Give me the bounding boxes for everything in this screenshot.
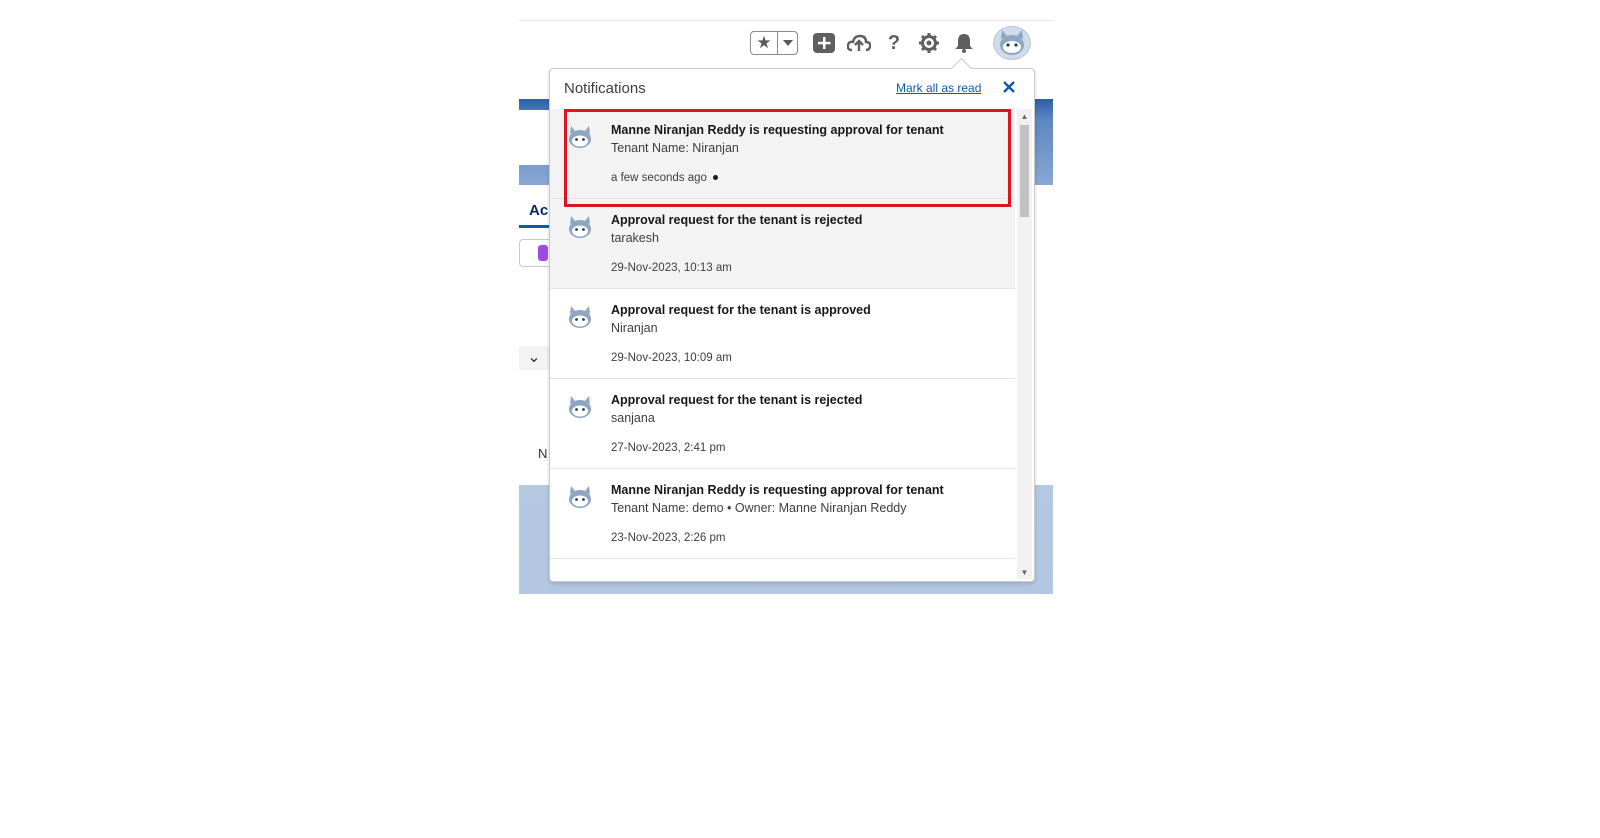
avatar[interactable] bbox=[993, 26, 1031, 60]
gear-icon[interactable] bbox=[917, 32, 941, 54]
notification-subtitle: tarakesh bbox=[611, 231, 659, 245]
notification-item[interactable]: Approval request for the tenant is rejec… bbox=[550, 379, 1015, 469]
row-label: N bbox=[538, 446, 548, 461]
notification-subtitle: sanjana bbox=[611, 411, 655, 425]
notification-item[interactable]: Manne Niranjan Reddy is requesting appro… bbox=[550, 469, 1015, 559]
notification-title: Approval request for the tenant is rejec… bbox=[611, 393, 863, 407]
avatar-icon bbox=[564, 215, 596, 239]
notification-time: a few seconds ago bbox=[611, 172, 718, 184]
notification-item[interactable]: Approval request for the tenant is appro… bbox=[550, 289, 1015, 379]
card-fragment bbox=[519, 110, 549, 165]
notifications-list: Manne Niranjan Reddy is requesting appro… bbox=[550, 109, 1015, 579]
notification-title: Manne Niranjan Reddy is requesting appro… bbox=[611, 483, 944, 497]
notification-timestamp: 23-Nov-2023, 2:26 pm bbox=[611, 532, 726, 544]
scrollbar-thumb[interactable] bbox=[1020, 125, 1029, 217]
notification-subtitle: Tenant Name: Niranjan bbox=[611, 141, 739, 155]
notification-item[interactable]: Manne Niranjan Reddy is requesting appro… bbox=[550, 109, 1015, 199]
header-divider bbox=[519, 20, 1053, 21]
star-icon[interactable]: ★ bbox=[751, 32, 778, 54]
scroll-down-icon[interactable]: ▼ bbox=[1017, 565, 1032, 579]
help-icon[interactable]: ? bbox=[882, 32, 906, 54]
notification-title: Approval request for the tenant is rejec… bbox=[611, 213, 863, 227]
scroll-up-icon[interactable]: ▲ bbox=[1017, 109, 1032, 123]
notification-subtitle: Niranjan bbox=[611, 321, 658, 335]
avatar-icon bbox=[564, 395, 596, 419]
notification-item[interactable]: Approval request for the tenant is rejec… bbox=[550, 199, 1015, 289]
notification-timestamp: a few seconds ago bbox=[611, 172, 707, 184]
notification-timestamp: 29-Nov-2023, 10:13 am bbox=[611, 262, 732, 274]
avatar-icon bbox=[564, 125, 596, 149]
notification-title: Approval request for the tenant is appro… bbox=[611, 303, 871, 317]
avatar-icon bbox=[564, 485, 596, 509]
tab-active[interactable]: Ac bbox=[529, 202, 548, 219]
expand-chevron-button[interactable]: ⌄ bbox=[519, 346, 549, 370]
notification-subtitle: Tenant Name: demo • Owner: Manne Niranja… bbox=[611, 501, 907, 515]
notification-timestamp: 29-Nov-2023, 10:09 am bbox=[611, 352, 732, 364]
notification-title: Manne Niranjan Reddy is requesting appro… bbox=[611, 123, 944, 137]
close-icon[interactable] bbox=[999, 77, 1019, 97]
notifications-header: Notifications Mark all as read bbox=[550, 69, 1034, 109]
add-icon[interactable] bbox=[812, 32, 836, 54]
cloud-upload-icon[interactable] bbox=[847, 32, 871, 54]
notification-timestamp: 27-Nov-2023, 2:41 pm bbox=[611, 442, 726, 454]
notifications-scrollbar[interactable]: ▲ ▼ bbox=[1017, 109, 1032, 579]
unread-dot bbox=[712, 175, 718, 181]
chevron-down-icon[interactable] bbox=[778, 32, 797, 54]
favorites-button-group[interactable]: ★ bbox=[750, 31, 798, 55]
notifications-panel: Notifications Mark all as read Manne Nir… bbox=[549, 57, 1035, 582]
tab-active-underline bbox=[519, 225, 551, 228]
bell-icon[interactable] bbox=[952, 32, 976, 54]
avatar-icon bbox=[564, 305, 596, 329]
mark-all-read-link[interactable]: Mark all as read bbox=[896, 81, 981, 95]
app-icon bbox=[538, 245, 548, 261]
notifications-title: Notifications bbox=[564, 80, 646, 97]
